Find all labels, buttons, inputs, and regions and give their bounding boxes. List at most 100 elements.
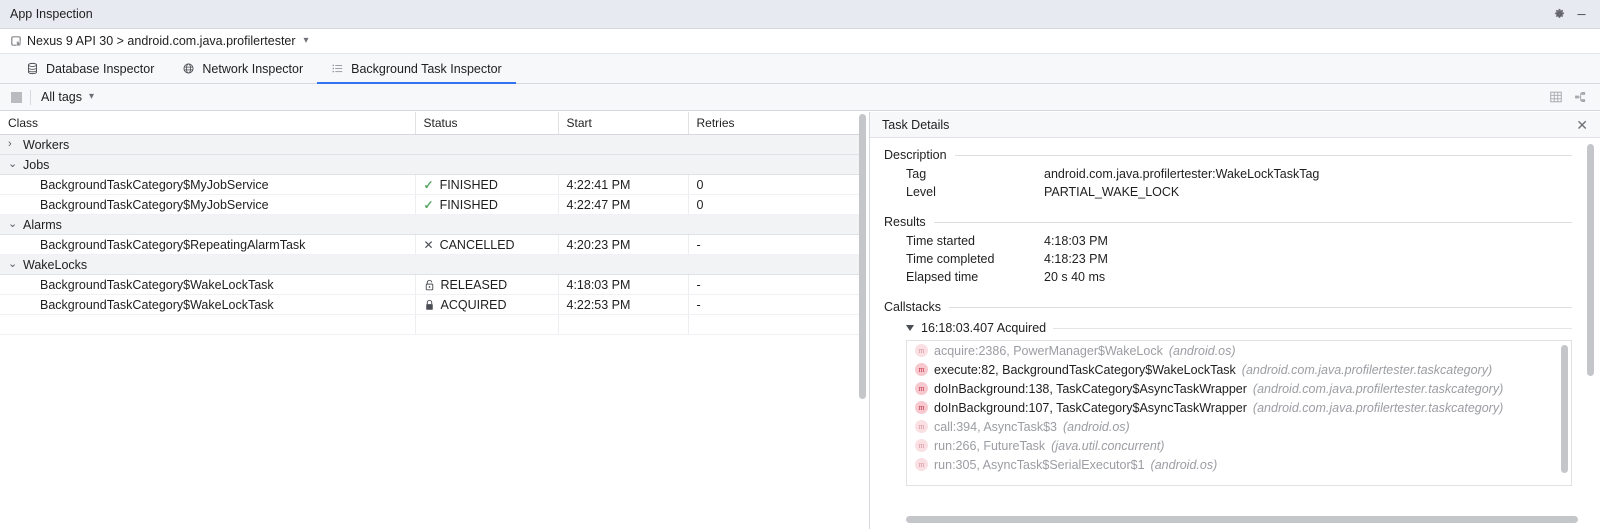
column-header-retries[interactable]: Retries [688, 112, 862, 135]
tasks-toolbar: All tags ▾ [0, 84, 1600, 111]
method-icon: m [915, 382, 928, 395]
task-details-content: Description Tag android.com.java.profile… [870, 138, 1600, 486]
tags-filter-label: All tags [41, 90, 82, 104]
triangle-down-icon[interactable] [906, 325, 914, 331]
table-row[interactable]: BackgroundTaskCategory$MyJobService ✓ FI… [0, 174, 862, 195]
device-process-selector[interactable]: Nexus 9 API 30 > android.com.java.profil… [10, 34, 309, 48]
method-icon: m [915, 363, 928, 376]
table-group-row-wakelocks[interactable]: ⌄ WakeLocks [0, 254, 862, 275]
frame-package: (android.com.java.profilertester.taskcat… [1252, 400, 1504, 415]
minimize-icon[interactable] [1570, 3, 1592, 25]
cell-class: BackgroundTaskCategory$WakeLockTask [0, 294, 416, 315]
task-list-vertical-scrollbar[interactable] [859, 114, 866, 399]
cell-retries: - [688, 234, 862, 255]
graph-view-icon[interactable] [1568, 86, 1592, 108]
tab-label: Background Task Inspector [351, 61, 502, 76]
status-label: RELEASED [440, 277, 508, 292]
cell-status: ✓ FINISHED [415, 174, 559, 195]
details-vertical-scrollbar[interactable] [1587, 144, 1594, 376]
field-key: Tag [906, 167, 927, 181]
x-icon: ✕ [423, 237, 434, 252]
section-results: Results [884, 215, 1572, 229]
frame-name: doInBackground:107, TaskCategory$AsyncTa… [934, 400, 1247, 415]
frame-package: (android.os) [1063, 419, 1130, 434]
cell-retries: 0 [688, 174, 862, 195]
table-row[interactable]: BackgroundTaskCategory$WakeLockTask ACQU… [0, 294, 862, 315]
table-group-row-workers[interactable]: › Workers [0, 134, 862, 155]
callstack-frame[interactable]: m doInBackground:138, TaskCategory$Async… [907, 379, 1571, 398]
cell-class: BackgroundTaskCategory$MyJobService [0, 194, 416, 215]
check-icon: ✓ [423, 177, 434, 192]
callstack-vertical-scrollbar[interactable] [1561, 345, 1568, 473]
table-row[interactable]: BackgroundTaskCategory$WakeLockTask RELE… [0, 274, 862, 295]
cell-start: 4:20:23 PM [558, 234, 689, 255]
column-header-start[interactable]: Start [558, 112, 689, 135]
table-row[interactable]: BackgroundTaskCategory$MyJobService ✓ FI… [0, 194, 862, 215]
frame-name: execute:82, BackgroundTaskCategory$WakeL… [934, 362, 1236, 377]
group-label: Jobs [23, 157, 50, 172]
callstack-frame[interactable]: m doInBackground:107, TaskCategory$Async… [907, 398, 1571, 417]
table-group-row-jobs[interactable]: ⌄ Jobs [0, 154, 862, 175]
tab-database-inspector[interactable]: Database Inspector [12, 54, 168, 83]
callstack-node-header[interactable]: 16:18:03.407 Acquired [884, 317, 1572, 338]
method-icon: m [915, 458, 928, 471]
details-horizontal-scrollbar[interactable] [906, 516, 1578, 523]
status-label: FINISHED [439, 197, 498, 212]
callstack-frame[interactable]: m call:394, AsyncTask$3 (android.os) [907, 417, 1571, 436]
cell-start: 4:22:41 PM [558, 174, 689, 195]
cell-status: ✓ FINISHED [415, 194, 559, 215]
section-callstacks: Callstacks [884, 300, 1572, 314]
method-icon: m [915, 344, 928, 357]
field-level: Level PARTIAL_WAKE_LOCK [884, 183, 1572, 201]
tab-network-inspector[interactable]: Network Inspector [168, 54, 317, 83]
frame-name: run:305, AsyncTask$SerialExecutor$1 [934, 457, 1145, 472]
field-time-started: Time started 4:18:03 PM [884, 232, 1572, 250]
callstack-frame-list: m acquire:2386, PowerManager$WakeLock (a… [906, 340, 1572, 486]
chevron-down-icon: ⌄ [8, 218, 18, 230]
page-title: App Inspection [10, 7, 93, 21]
callstack-frame[interactable]: m acquire:2386, PowerManager$WakeLock (a… [907, 341, 1571, 360]
tags-filter-dropdown[interactable]: All tags ▾ [41, 90, 94, 104]
cell-class: BackgroundTaskCategory$RepeatingAlarmTas… [0, 234, 416, 255]
inspector-body: Class Status Start Retries › Workers ⌄ J… [0, 112, 1600, 529]
frame-package: (android.com.java.profilertester.taskcat… [1241, 362, 1493, 377]
tab-label: Database Inspector [46, 61, 155, 76]
callstack-frame[interactable]: m run:266, FutureTask (java.util.concurr… [907, 436, 1571, 455]
window-title-bar: App Inspection [0, 0, 1600, 29]
chevron-down-icon: ⌄ [8, 158, 18, 170]
app-inspection-window: App Inspection Nexus 9 API 30 > android.… [0, 0, 1600, 529]
callstack-frame[interactable]: m run:305, AsyncTask$SerialExecutor$1 (a… [907, 455, 1571, 474]
status-label: ACQUIRED [440, 297, 507, 312]
frame-name: call:394, AsyncTask$3 [934, 419, 1057, 434]
column-header-status[interactable]: Status [415, 112, 559, 135]
frame-name: acquire:2386, PowerManager$WakeLock [934, 343, 1163, 358]
task-details-title: Task Details [882, 117, 950, 132]
cell-start: 4:22:53 PM [558, 294, 689, 315]
section-rule [948, 306, 1572, 308]
task-details-pane: Task Details ✕ Description Tag android.c… [870, 112, 1600, 529]
table-group-row-alarms[interactable]: ⌄ Alarms [0, 214, 862, 235]
gear-icon[interactable] [1548, 3, 1570, 25]
toolbar-separator [30, 89, 31, 105]
cell-start: 4:22:47 PM [558, 194, 689, 215]
chevron-down-icon: ⌄ [8, 258, 18, 270]
chevron-right-icon: › [8, 138, 12, 150]
tab-label: Network Inspector [202, 61, 304, 76]
table-row[interactable]: BackgroundTaskCategory$RepeatingAlarmTas… [0, 234, 862, 255]
section-description: Description [884, 148, 1572, 162]
device-icon [10, 35, 22, 47]
cell-class: BackgroundTaskCategory$MyJobService [0, 174, 416, 195]
tab-background-task-inspector[interactable]: Background Task Inspector [317, 54, 516, 84]
table-view-icon[interactable] [1544, 86, 1568, 108]
callstack-node-label: 16:18:03.407 Acquired [921, 321, 1047, 335]
close-icon[interactable]: ✕ [1572, 118, 1592, 132]
callstack-frame[interactable]: m execute:82, BackgroundTaskCategory$Wak… [907, 360, 1571, 379]
status-label: CANCELLED [439, 237, 515, 252]
cell-status: ACQUIRED [415, 294, 559, 315]
method-icon: m [915, 439, 928, 452]
frame-package: (android.os) [1150, 457, 1218, 472]
stop-button[interactable] [11, 91, 22, 103]
inspector-tabbar: Database Inspector Network Inspector Bac… [0, 54, 1600, 84]
column-header-class[interactable]: Class [0, 112, 416, 135]
